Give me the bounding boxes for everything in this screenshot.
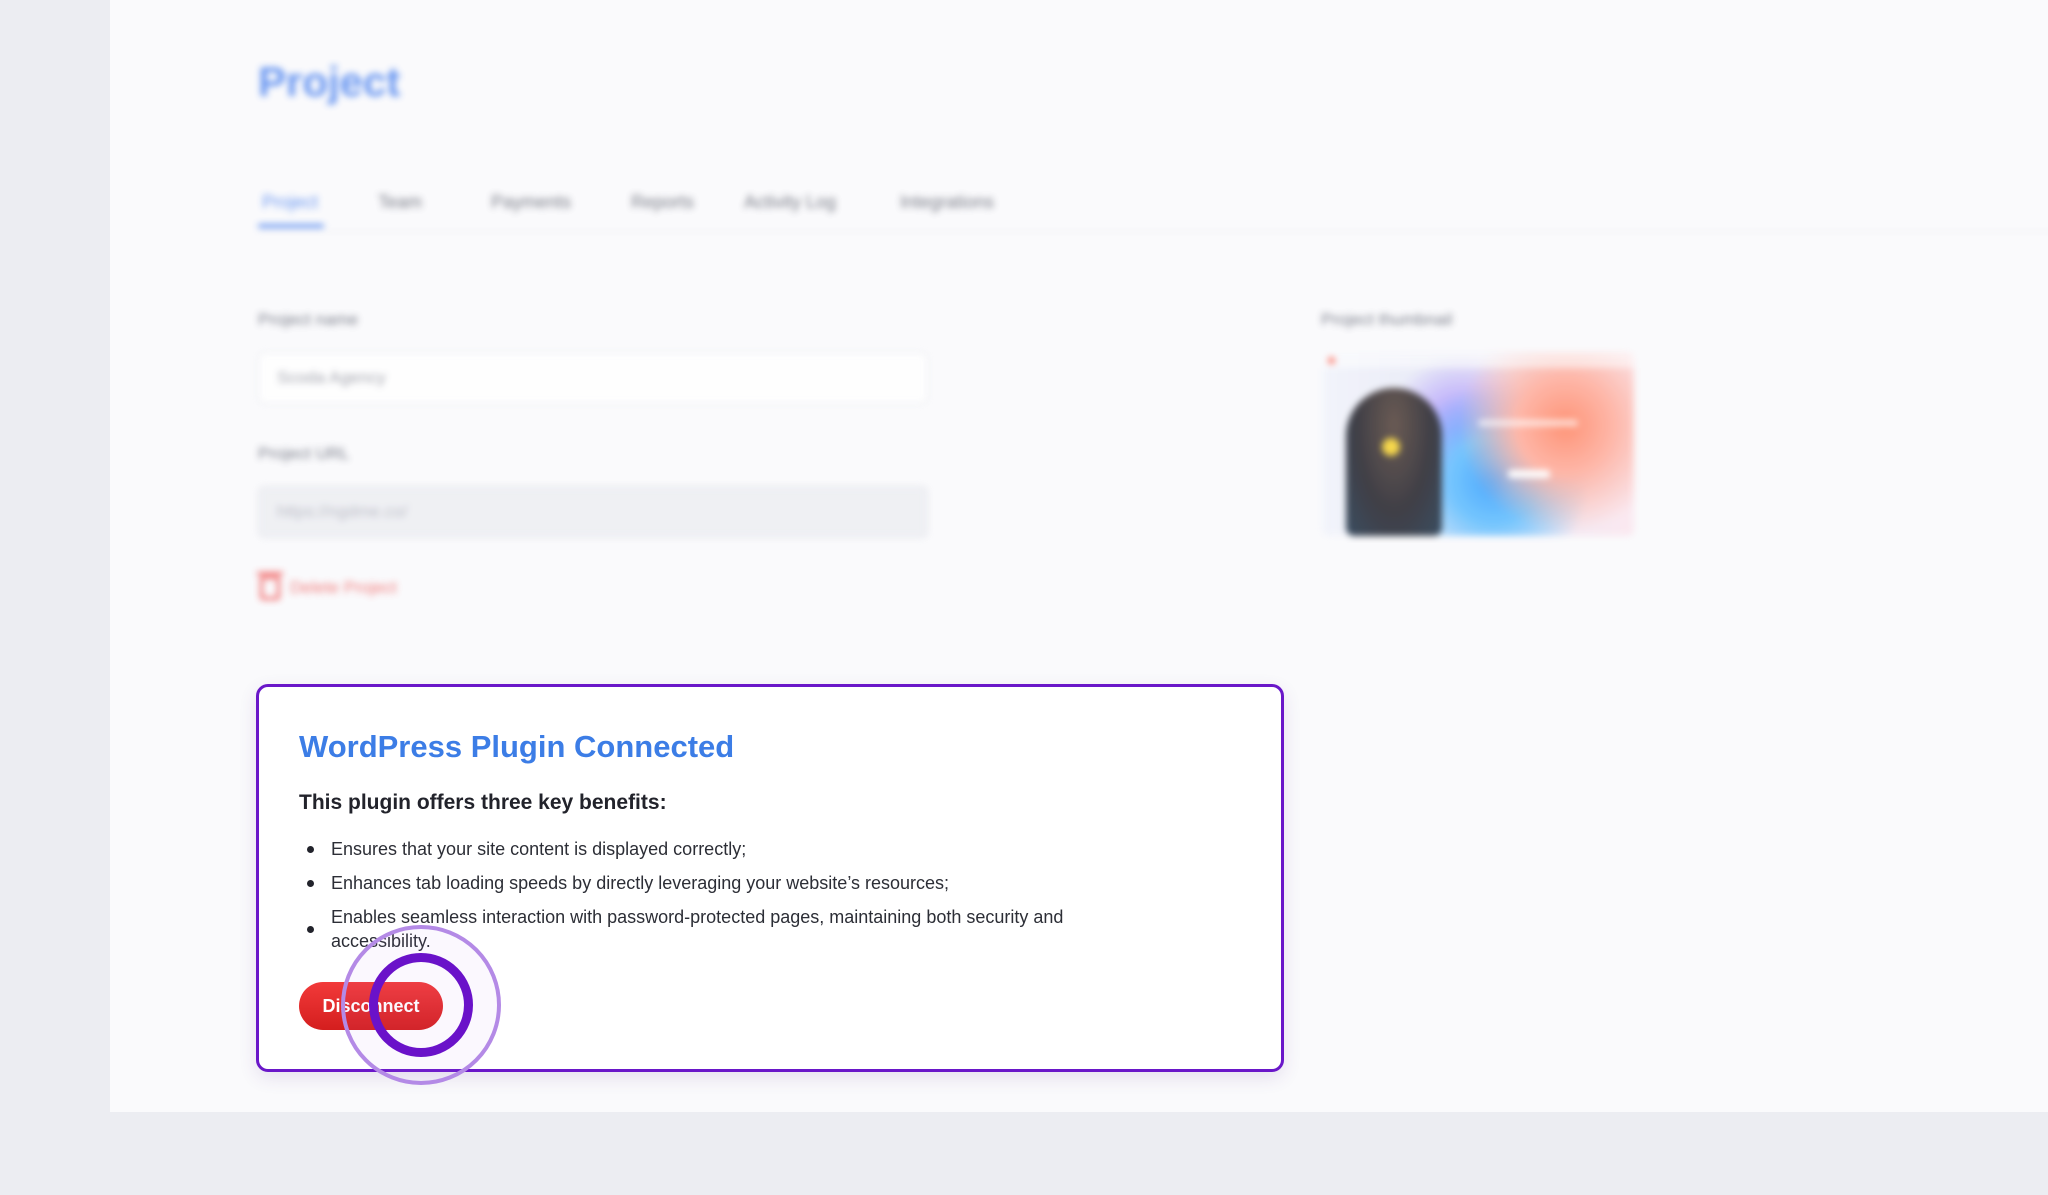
card-subtitle: This plugin offers three key benefits:	[299, 791, 667, 814]
active-tab-indicator	[258, 224, 324, 228]
tab-bar: Project Team Payments Reports Activity L…	[258, 188, 2048, 232]
project-url-label: Project URL	[258, 444, 350, 463]
bullet-icon	[307, 846, 314, 853]
bullet-icon	[307, 926, 314, 933]
delete-project-label: Delete Project	[290, 578, 397, 597]
click-indicator-inner-ring	[369, 953, 473, 1057]
thumbnail-person-figure	[1346, 388, 1442, 536]
project-name-label: Project name	[258, 310, 359, 329]
thumbnail-browser-bar	[1322, 352, 1634, 368]
project-thumbnail-label: Project thumbnail	[1321, 310, 1453, 329]
project-thumbnail-image[interactable]	[1322, 352, 1634, 536]
thumbnail-heading-line	[1478, 420, 1578, 426]
tab-project[interactable]: Project	[262, 192, 318, 213]
project-url-input: https://ngdme.co/	[258, 486, 928, 538]
project-name-input[interactable]: Scoda Agency	[258, 352, 928, 404]
benefit-text: Enhances tab loading speeds by directly …	[331, 873, 950, 893]
page-title: Project	[258, 58, 401, 105]
tab-payments[interactable]: Payments	[491, 192, 571, 213]
thumbnail-button-shape	[1508, 470, 1550, 478]
card-title: WordPress Plugin Connected	[299, 729, 735, 764]
thumbnail-accent-dot	[1382, 438, 1400, 456]
benefit-text: Ensures that your site content is displa…	[331, 839, 747, 859]
bullet-icon	[307, 880, 314, 887]
tab-integrations[interactable]: Integrations	[900, 192, 994, 213]
tab-reports[interactable]: Reports	[631, 192, 694, 213]
trash-icon	[257, 572, 283, 600]
thumbnail-dot	[1328, 357, 1335, 364]
delete-project-button[interactable]: Delete Project	[257, 572, 397, 600]
tab-activity-log[interactable]: Activity Log	[744, 192, 836, 213]
tab-team[interactable]: Team	[378, 192, 422, 213]
benefit-item: Ensures that your site content is displa…	[299, 837, 1159, 861]
benefit-item: Enhances tab loading speeds by directly …	[299, 871, 1159, 895]
